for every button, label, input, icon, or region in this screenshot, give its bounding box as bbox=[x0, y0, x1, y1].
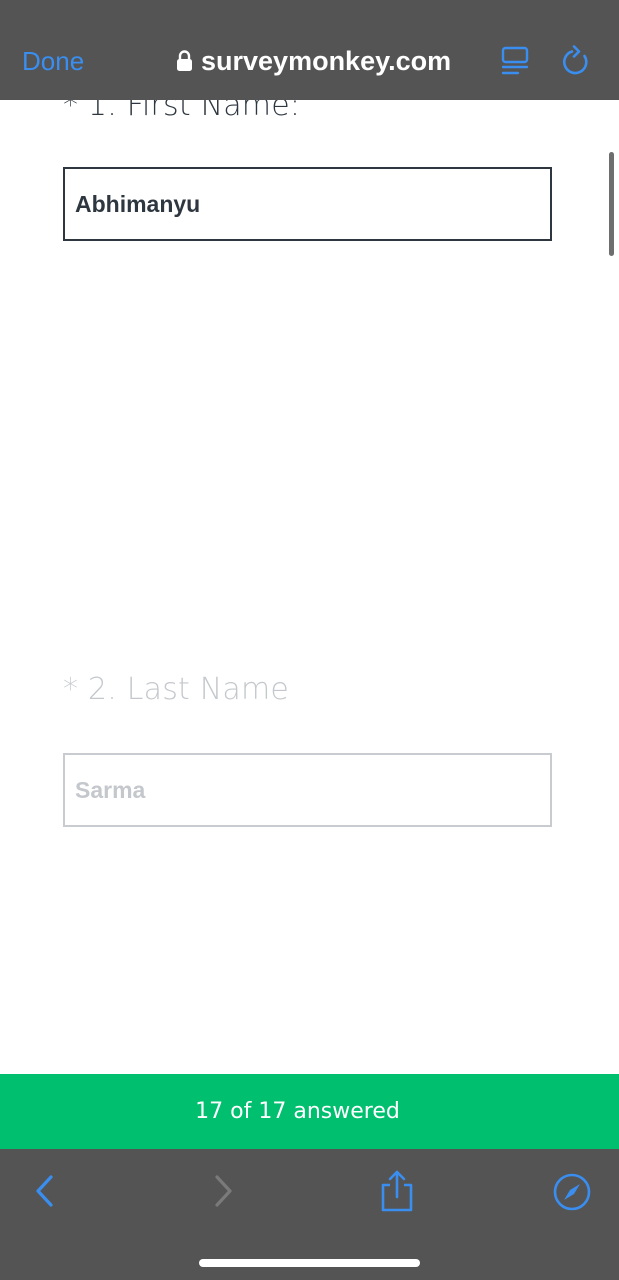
chevron-right-icon[interactable] bbox=[210, 1173, 236, 1209]
reader-mode-icon[interactable] bbox=[500, 46, 530, 76]
share-icon[interactable] bbox=[378, 1169, 416, 1213]
chevron-left-icon[interactable] bbox=[32, 1173, 58, 1209]
home-indicator bbox=[199, 1259, 420, 1267]
scrollbar-thumb[interactable] bbox=[609, 152, 614, 256]
browser-bottom-toolbar bbox=[0, 1149, 619, 1280]
progress-text: 17 of 17 answered bbox=[195, 1099, 400, 1124]
question-2-label: * 2. Last Name bbox=[63, 672, 290, 707]
url-display[interactable]: surveymonkey.com bbox=[176, 44, 451, 78]
progress-footer: 17 of 17 answered bbox=[0, 1074, 619, 1149]
last-name-input[interactable]: Sarma bbox=[63, 753, 552, 827]
first-name-input[interactable]: Abhimanyu bbox=[63, 167, 552, 241]
survey-content: * 1. First Name: Abhimanyu * 2. Last Nam… bbox=[0, 100, 619, 1074]
url-text: surveymonkey.com bbox=[201, 45, 452, 76]
browser-top-bar: Done surveymonkey.com bbox=[0, 0, 619, 100]
reload-icon[interactable] bbox=[562, 45, 592, 77]
question-1-label: * 1. First Name: bbox=[63, 100, 301, 123]
compass-icon[interactable] bbox=[552, 1172, 592, 1212]
screen: Done surveymonkey.com * 1. First Name: A… bbox=[0, 0, 619, 1280]
lock-icon bbox=[177, 50, 192, 71]
done-button[interactable]: Done bbox=[22, 44, 84, 78]
